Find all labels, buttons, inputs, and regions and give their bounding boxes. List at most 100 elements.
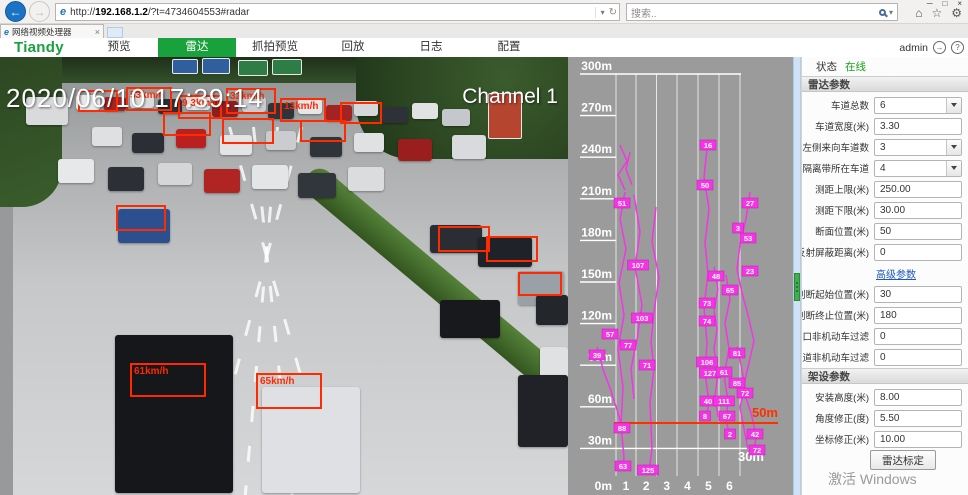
select-value: 6 bbox=[875, 100, 946, 111]
detection-speed-label: 13km/h bbox=[284, 101, 318, 112]
radar-target-id: 103 bbox=[636, 314, 649, 323]
field-label: 隔离带所在车道 bbox=[802, 161, 869, 175]
radar-target-id: 71 bbox=[643, 361, 651, 370]
search-icon[interactable] bbox=[879, 9, 886, 16]
field-input[interactable] bbox=[874, 389, 962, 406]
field-select[interactable]: 4 bbox=[874, 160, 962, 177]
radar-target-id: 51 bbox=[618, 199, 626, 208]
panel-sections: 雷达参数车道总数6车道宽度(米)左侧来向车道数3隔离带所在车道4测距上限(米)测… bbox=[802, 76, 968, 470]
field-input[interactable] bbox=[874, 431, 962, 448]
tiandy-logo: Tiandy bbox=[14, 39, 64, 56]
tab-close-icon[interactable]: × bbox=[95, 27, 100, 37]
nav-tab-抓拍预览[interactable]: 抓拍预览 bbox=[236, 38, 314, 57]
panel-field-row: 路口非机动车过滤 bbox=[802, 326, 962, 346]
select-value: 3 bbox=[875, 142, 946, 153]
panel-field-row: 行车道非机动车过滤 bbox=[802, 347, 962, 367]
radar-target-id: 74 bbox=[703, 317, 712, 326]
radar-target-id: 125 bbox=[642, 466, 655, 475]
home-icon[interactable]: ⌂ bbox=[915, 6, 922, 20]
search-input[interactable]: 搜索.. ▾ bbox=[626, 3, 898, 21]
panel-field-row: 断面位置(米) bbox=[802, 221, 962, 241]
app-nav-bar: Tiandy 预览雷达抓拍预览回放日志配置 admin → ? bbox=[0, 38, 968, 57]
section-header: 架设参数 bbox=[802, 368, 968, 384]
section-rows: 车道总数6车道宽度(米)左侧来向车道数3隔离带所在车道4测距上限(米)测距下限(… bbox=[802, 92, 968, 367]
nav-tab-回放[interactable]: 回放 bbox=[314, 38, 392, 57]
field-input[interactable] bbox=[874, 328, 962, 345]
field-input[interactable] bbox=[874, 244, 962, 261]
radar-distance-label: 180m bbox=[581, 225, 612, 239]
status-label: 状态 bbox=[816, 59, 837, 74]
detection-box: 61km/h bbox=[130, 363, 206, 397]
field-input[interactable] bbox=[874, 410, 962, 427]
detection-box bbox=[340, 102, 382, 124]
radar-cut-line-label: 50m bbox=[752, 405, 778, 420]
address-bar[interactable]: e http://192.168.1.2/?t=4734604553#radar… bbox=[55, 3, 620, 21]
field-label: 角度修正(度) bbox=[815, 411, 869, 425]
radar-target-id: 107 bbox=[632, 261, 645, 270]
panel-field-row: 安装高度(米) bbox=[802, 387, 962, 407]
settings-gear-icon[interactable]: ⚙ bbox=[951, 6, 962, 20]
radar-target-id: 106 bbox=[701, 358, 714, 367]
vehicle bbox=[518, 375, 568, 447]
browser-tab[interactable]: e 网络视频处理器 × bbox=[0, 24, 104, 38]
back-button[interactable]: ← bbox=[5, 1, 26, 22]
radar-distance-label: 240m bbox=[581, 142, 612, 156]
radar-lane-number: 3 bbox=[663, 479, 670, 493]
radar-target-id: 77 bbox=[624, 341, 632, 350]
field-input[interactable] bbox=[874, 181, 962, 198]
radar-target-id: 50 bbox=[701, 181, 709, 190]
refresh-icon[interactable]: ↻ bbox=[609, 7, 617, 18]
logout-icon[interactable]: → bbox=[933, 41, 946, 54]
help-icon[interactable]: ? bbox=[951, 41, 964, 54]
new-tab-button[interactable] bbox=[107, 27, 123, 38]
vehicle bbox=[354, 133, 384, 152]
radar-target-id: 16 bbox=[704, 141, 712, 150]
field-select[interactable]: 3 bbox=[874, 139, 962, 156]
radar-lane-number: 4 bbox=[684, 479, 691, 493]
nav-tab-日志[interactable]: 日志 bbox=[392, 38, 470, 57]
radar-target-id: 111 bbox=[718, 397, 730, 406]
field-input[interactable] bbox=[874, 286, 962, 303]
vehicle bbox=[115, 335, 233, 493]
forward-button[interactable]: → bbox=[29, 1, 50, 22]
url-dropdown-icon[interactable]: ▾ bbox=[601, 8, 605, 17]
field-input[interactable] bbox=[874, 307, 962, 324]
windows-watermark: 激活 Windows bbox=[828, 469, 917, 489]
chevron-down-icon[interactable] bbox=[946, 98, 961, 113]
field-input[interactable] bbox=[874, 202, 962, 219]
splitter-handle[interactable] bbox=[794, 273, 800, 301]
radar-target-id: 81 bbox=[733, 349, 741, 358]
url-text: http://192.168.1.2/?t=4734604553#radar bbox=[70, 7, 594, 18]
radar-target-id: 73 bbox=[703, 299, 711, 308]
radar-target-id: 3 bbox=[736, 224, 740, 233]
chevron-down-icon[interactable] bbox=[946, 161, 961, 176]
field-label: 车道宽度(米) bbox=[815, 119, 869, 133]
search-dropdown-icon[interactable]: ▾ bbox=[889, 8, 893, 17]
panel-field-row: 角度修正(度) bbox=[802, 408, 962, 428]
nav-tab-雷达[interactable]: 雷达 bbox=[158, 38, 236, 57]
field-input[interactable] bbox=[874, 349, 962, 366]
section-rows: 安装高度(米)角度修正(度)坐标修正(米)雷达标定 bbox=[802, 384, 968, 470]
favorites-icon[interactable]: ☆ bbox=[931, 6, 942, 20]
panel-field-row: 判断起始位置(米) bbox=[802, 284, 962, 304]
chevron-down-icon[interactable] bbox=[946, 140, 961, 155]
field-input[interactable] bbox=[874, 118, 962, 135]
radar-distance-label: 210m bbox=[581, 184, 612, 198]
detection-box: 65km/h bbox=[256, 373, 322, 409]
radar-distance-label: 300m bbox=[581, 59, 612, 73]
status-row: 状态 在线 bbox=[802, 57, 968, 76]
detection-speed-label: 61km/h bbox=[134, 366, 168, 377]
video-canvas: 53km/h9.3km/h32km/h13km/h61km/h65km/h 20… bbox=[0, 57, 568, 495]
radar-distance-label: 60m bbox=[588, 392, 612, 406]
nav-right: admin → ? bbox=[899, 41, 964, 54]
field-input[interactable] bbox=[874, 223, 962, 240]
field-label: 反射屏蔽距离(米) bbox=[801, 245, 869, 259]
advanced-params-link[interactable]: 高级参数 bbox=[876, 266, 916, 281]
field-label: 测距下限(米) bbox=[815, 203, 869, 217]
nav-tab-预览[interactable]: 预览 bbox=[80, 38, 158, 57]
field-select[interactable]: 6 bbox=[874, 97, 962, 114]
radar-calibration-button[interactable]: 雷达标定 bbox=[870, 450, 936, 470]
radar-distance-label: 30m bbox=[588, 433, 612, 447]
nav-tab-配置[interactable]: 配置 bbox=[470, 38, 548, 57]
radar-target-id: 61 bbox=[720, 368, 728, 377]
